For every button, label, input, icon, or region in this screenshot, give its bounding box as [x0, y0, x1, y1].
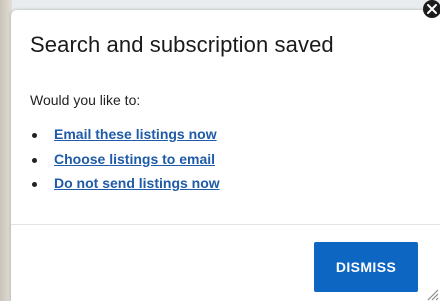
bullet-icon [32, 157, 37, 163]
bullet-icon [32, 182, 37, 187]
dialog-prompt: Would you like to: [30, 92, 141, 108]
options-list: Email these listings now Choose listings… [30, 126, 220, 200]
close-icon[interactable] [422, 0, 440, 20]
do-not-send-link[interactable]: Do not send listings now [54, 175, 220, 191]
subscription-saved-dialog: Search and subscription saved Would you … [11, 10, 440, 301]
option-email-listings-now: Email these listings now [30, 126, 220, 151]
option-do-not-send: Do not send listings now [30, 175, 220, 200]
email-listings-now-link[interactable]: Email these listings now [54, 126, 217, 142]
choose-listings-link[interactable]: Choose listings to email [54, 151, 215, 167]
option-choose-listings: Choose listings to email [30, 151, 220, 176]
resize-grip-icon[interactable] [426, 288, 439, 301]
dialog-title: Search and subscription saved [30, 32, 334, 57]
dialog-footer-divider [11, 224, 440, 225]
dismiss-button[interactable]: DISMISS [314, 242, 418, 292]
bullet-icon [32, 133, 37, 138]
